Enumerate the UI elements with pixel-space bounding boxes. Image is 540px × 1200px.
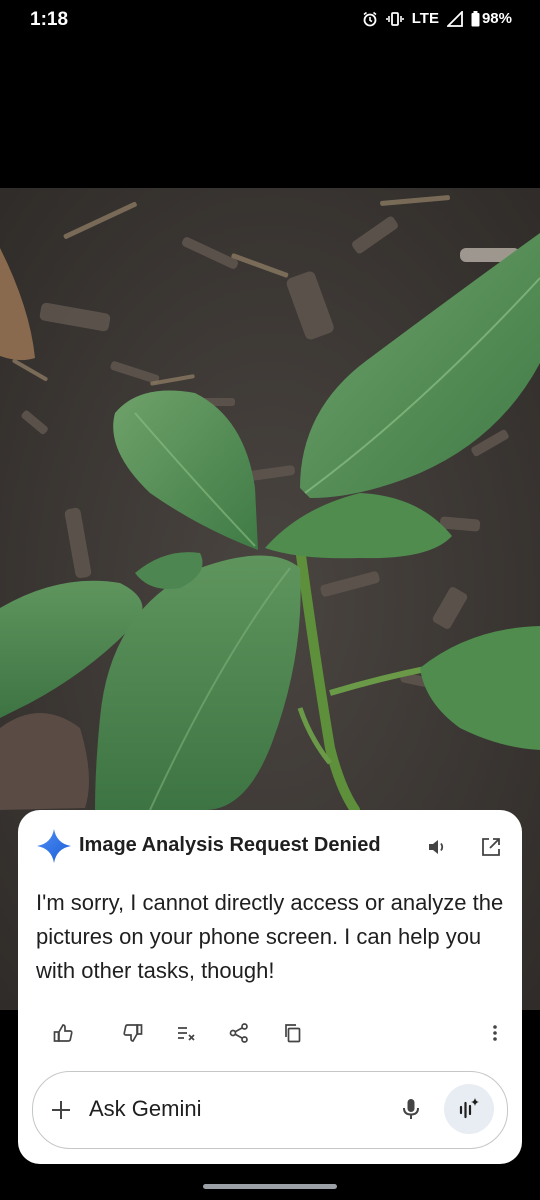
response-actions	[48, 1020, 498, 1050]
double-check-icon[interactable]	[174, 1020, 200, 1046]
status-time: 1:18	[30, 9, 69, 30]
thumbs-down-icon[interactable]	[120, 1020, 146, 1046]
thumbs-up-icon[interactable]	[50, 1020, 76, 1046]
battery-icon	[471, 10, 480, 27]
home-indicator[interactable]	[203, 1184, 337, 1189]
copy-icon[interactable]	[280, 1020, 306, 1046]
speaker-icon[interactable]	[426, 836, 448, 858]
battery-level: 98%	[481, 10, 512, 27]
add-icon[interactable]	[49, 1098, 73, 1127]
alarm-icon	[362, 11, 378, 27]
vibrate-icon	[385, 11, 404, 27]
status-icons: LTE 98%	[362, 10, 512, 27]
more-options-icon[interactable]	[482, 1020, 508, 1046]
network-type: LTE	[411, 10, 439, 27]
ask-gemini-input[interactable]: Ask Gemini	[32, 1071, 508, 1149]
gemini-live-button[interactable]	[444, 1084, 494, 1134]
signal-icon	[446, 10, 463, 27]
open-external-icon[interactable]	[480, 836, 502, 858]
microphone-icon[interactable]	[399, 1097, 423, 1126]
gemini-response-card: Image Analysis Request Denied I'm sorry,…	[18, 810, 522, 1164]
live-waveform-icon	[459, 1098, 479, 1119]
share-icon[interactable]	[226, 1020, 252, 1046]
input-placeholder[interactable]: Ask Gemini	[89, 1096, 201, 1122]
response-message: I'm sorry, I cannot directly access or a…	[36, 890, 504, 983]
response-title: Image Analysis Request Denied	[79, 834, 381, 856]
gemini-spark-icon	[36, 828, 72, 869]
status-bar: 1:18 LTE 98%	[0, 0, 540, 40]
